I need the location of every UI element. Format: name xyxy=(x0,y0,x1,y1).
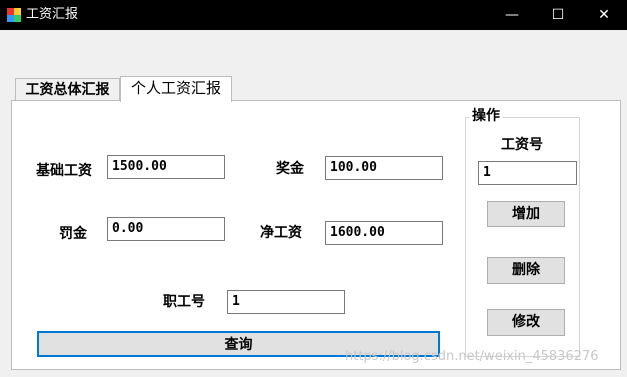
delete-button[interactable]: 删除 xyxy=(487,257,565,284)
penalty-field[interactable]: 0.00 xyxy=(107,217,225,241)
salary-no-field[interactable]: 1 xyxy=(478,161,577,185)
salary-no-label: 工资号 xyxy=(501,137,543,153)
penalty-label: 罚金 xyxy=(59,226,87,242)
employee-id-field[interactable]: 1 xyxy=(227,290,345,314)
operations-title: 操作 xyxy=(469,107,503,125)
basic-salary-field[interactable]: 1500.00 xyxy=(107,155,225,179)
employee-id-label: 职工号 xyxy=(163,294,205,310)
net-salary-label: 净工资 xyxy=(260,225,302,241)
tab-overall-report[interactable]: 工资总体汇报 xyxy=(15,78,120,101)
bonus-field[interactable]: 100.00 xyxy=(325,156,443,180)
minimize-button[interactable]: — xyxy=(489,0,535,30)
window-title: 工资汇报 xyxy=(26,7,79,22)
basic-salary-label: 基础工资 xyxy=(36,163,92,179)
add-button[interactable]: 增加 xyxy=(487,201,565,227)
modify-button[interactable]: 修改 xyxy=(487,309,565,336)
maximize-button[interactable]: ☐ xyxy=(535,0,581,30)
bonus-label: 奖金 xyxy=(276,161,304,177)
net-salary-field[interactable]: 1600.00 xyxy=(325,221,443,245)
app-icon xyxy=(7,8,21,22)
watermark-text: https://blog.csdn.net/weixin_45836276 xyxy=(345,349,599,364)
close-button[interactable]: ✕ xyxy=(581,0,627,30)
tab-personal-report[interactable]: 个人工资汇报 xyxy=(120,76,232,102)
